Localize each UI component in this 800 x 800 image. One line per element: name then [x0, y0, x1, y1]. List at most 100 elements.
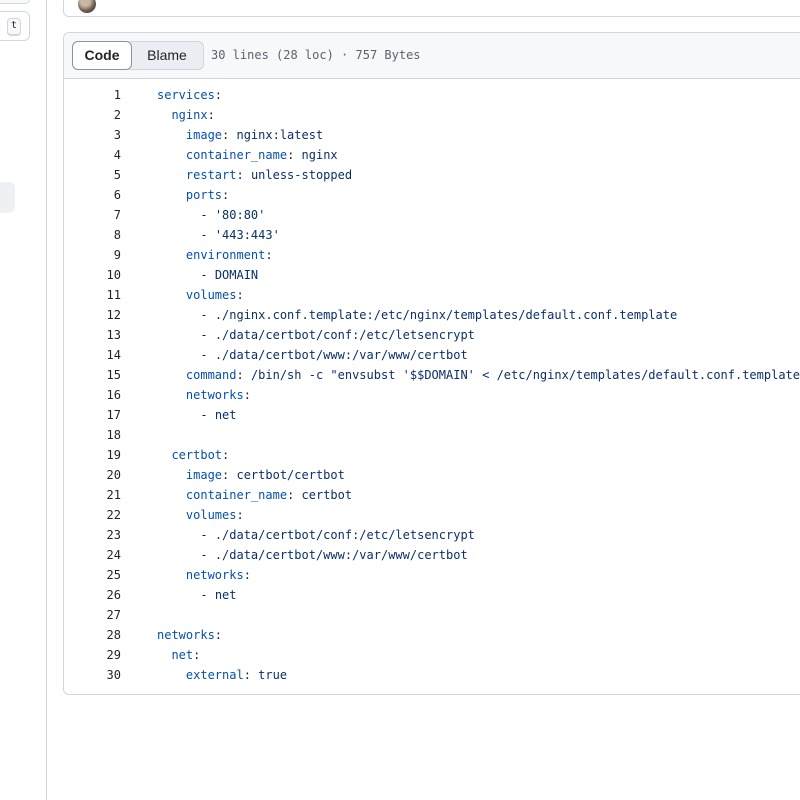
line-code: - net: [157, 405, 236, 425]
line-number[interactable]: 22: [64, 505, 121, 525]
line-number[interactable]: 16: [64, 385, 121, 405]
line-number[interactable]: 24: [64, 545, 121, 565]
code-line: 10 - DOMAIN: [64, 265, 800, 285]
line-number[interactable]: 5: [64, 165, 121, 185]
line-number[interactable]: 13: [64, 325, 121, 345]
line-number[interactable]: 19: [64, 445, 121, 465]
yaml-key: networks: [185, 568, 244, 582]
line-code: net:: [157, 645, 200, 665]
code-tab[interactable]: Code: [72, 41, 132, 70]
view-mode-toggle: Code Blame: [72, 41, 204, 70]
avatar[interactable]: [78, 0, 96, 13]
line-number[interactable]: 10: [64, 265, 121, 285]
code-line: 6 ports:: [64, 185, 800, 205]
yaml-value: unless-stopped: [250, 168, 353, 182]
line-code: - net: [157, 585, 236, 605]
yaml-value: '80:80': [214, 208, 266, 222]
line-number[interactable]: 11: [64, 285, 121, 305]
yaml-separator: :: [243, 388, 251, 402]
line-number[interactable]: 20: [64, 465, 121, 485]
line-number[interactable]: 14: [64, 345, 121, 365]
line-code: - ./data/certbot/conf:/etc/letsencrypt: [157, 525, 475, 545]
line-number[interactable]: 3: [64, 125, 121, 145]
line-number[interactable]: 21: [64, 485, 121, 505]
yaml-value: ./data/certbot/conf:/etc/letsencrypt: [214, 328, 475, 342]
line-number[interactable]: 1: [64, 85, 121, 105]
line-number[interactable]: 2: [64, 105, 121, 125]
yaml-key: networks: [157, 628, 215, 642]
line-number[interactable]: 18: [64, 425, 121, 445]
line-number[interactable]: 17: [64, 405, 121, 425]
yaml-key: nginx: [171, 108, 208, 122]
yaml-key: container_name: [185, 488, 288, 502]
line-number[interactable]: 6: [64, 185, 121, 205]
code-line: 4 container_name: nginx: [64, 145, 800, 165]
sidebar-button[interactable]: [0, 0, 30, 4]
yaml-value: certbot/certbot: [236, 468, 345, 482]
code-line: 5 restart: unless-stopped: [64, 165, 800, 185]
line-code: - '80:80': [157, 205, 265, 225]
yaml-key: ports: [185, 188, 223, 202]
line-code: - ./data/certbot/www:/var/www/certbot: [157, 545, 467, 565]
yaml-value: certbot: [301, 488, 353, 502]
yaml-separator: :: [287, 488, 302, 502]
go-to-file-button[interactable]: t: [0, 11, 30, 41]
line-number[interactable]: 29: [64, 645, 121, 665]
code-content: 1 services: 2 nginx: 3 image: nginx:latest 4…: [64, 85, 800, 685]
code-line: 24 - ./data/certbot/www:/var/www/certbot: [64, 545, 800, 565]
line-number[interactable]: 7: [64, 205, 121, 225]
yaml-separator: :: [243, 568, 251, 582]
line-code: services:: [157, 85, 222, 105]
line-code: - ./data/certbot/conf:/etc/letsencrypt: [157, 325, 475, 345]
yaml-separator: :: [222, 468, 237, 482]
yaml-key: certbot: [171, 448, 223, 462]
code-line: 27: [64, 605, 800, 625]
line-number[interactable]: 9: [64, 245, 121, 265]
yaml-value: /bin/sh -c "envsubst '$$DOMAIN' < /etc/n…: [250, 368, 800, 382]
line-number[interactable]: 15: [64, 365, 121, 385]
line-number[interactable]: 12: [64, 305, 121, 325]
yaml-separator: :: [287, 148, 302, 162]
line-number[interactable]: 4: [64, 145, 121, 165]
yaml-separator: :: [207, 108, 215, 122]
yaml-separator: :: [236, 368, 251, 382]
line-number[interactable]: 27: [64, 605, 121, 625]
code-line: 16 networks:: [64, 385, 800, 405]
line-number[interactable]: 8: [64, 225, 121, 245]
line-code: networks:: [157, 385, 251, 405]
yaml-separator: -: [200, 348, 215, 362]
code-line: 30 external: true: [64, 665, 800, 685]
line-number[interactable]: 25: [64, 565, 121, 585]
yaml-key: volumes: [185, 288, 237, 302]
line-code: volumes:: [157, 285, 244, 305]
file-viewer: Code Blame 30 lines (28 loc) · 757 Bytes…: [63, 32, 800, 695]
blame-tab[interactable]: Blame: [132, 42, 202, 69]
line-number[interactable]: 26: [64, 585, 121, 605]
line-code: - DOMAIN: [157, 265, 258, 285]
file-info: 30 lines (28 loc) · 757 Bytes: [211, 48, 421, 62]
line-code: container_name: certbot: [157, 485, 352, 505]
code-line: 3 image: nginx:latest: [64, 125, 800, 145]
line-number[interactable]: 28: [64, 625, 121, 645]
code-line: 20 image: certbot/certbot: [64, 465, 800, 485]
code-line: 25 networks:: [64, 565, 800, 585]
line-code: environment:: [157, 245, 273, 265]
line-number[interactable]: 23: [64, 525, 121, 545]
line-number[interactable]: 30: [64, 665, 121, 685]
sidebar-item-active[interactable]: [0, 182, 15, 213]
yaml-separator: -: [200, 208, 215, 222]
line-code: networks:: [157, 565, 251, 585]
line-code: networks:: [157, 625, 222, 645]
yaml-separator: :: [222, 188, 230, 202]
